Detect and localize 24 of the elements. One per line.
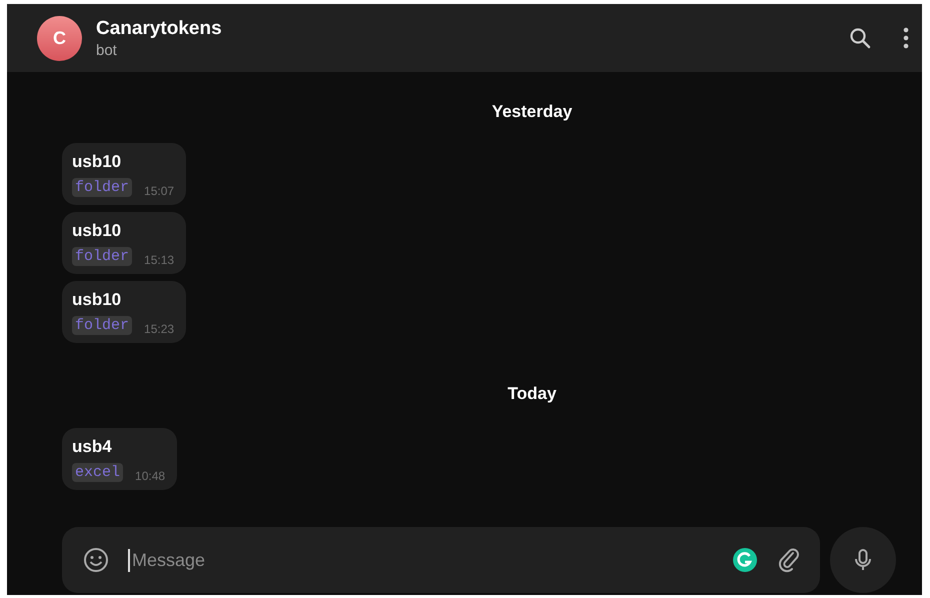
attach-icon[interactable] bbox=[776, 547, 802, 573]
message-time: 15:13 bbox=[144, 253, 174, 267]
message-text: usb4 bbox=[72, 437, 113, 457]
chat-subtitle: bot bbox=[96, 42, 118, 58]
message-time: 10:48 bbox=[135, 469, 166, 483]
avatar[interactable]: C bbox=[37, 16, 82, 60]
message-input[interactable]: Message bbox=[128, 548, 714, 572]
more-icon[interactable] bbox=[902, 26, 910, 50]
date-separator: Today bbox=[508, 384, 556, 404]
message-time: 15:07 bbox=[144, 184, 174, 198]
search-icon[interactable] bbox=[848, 26, 872, 50]
date-separator: Yesterday bbox=[492, 102, 572, 122]
message-text: usb10 bbox=[72, 221, 122, 241]
message-field[interactable]: Message bbox=[62, 527, 820, 593]
chat-title: Canarytokens bbox=[96, 18, 223, 40]
hashtag[interactable]: folder bbox=[72, 247, 132, 266]
message-text: usb10 bbox=[72, 290, 122, 310]
grammar-assistant-icon[interactable] bbox=[732, 547, 758, 573]
hashtag[interactable]: folder bbox=[72, 316, 132, 335]
hashtag[interactable]: excel bbox=[72, 463, 124, 482]
hashtag[interactable]: folder bbox=[72, 178, 132, 197]
message-time: 15:23 bbox=[144, 322, 174, 336]
message-text: usb10 bbox=[72, 152, 122, 172]
emoji-icon[interactable] bbox=[82, 546, 110, 574]
